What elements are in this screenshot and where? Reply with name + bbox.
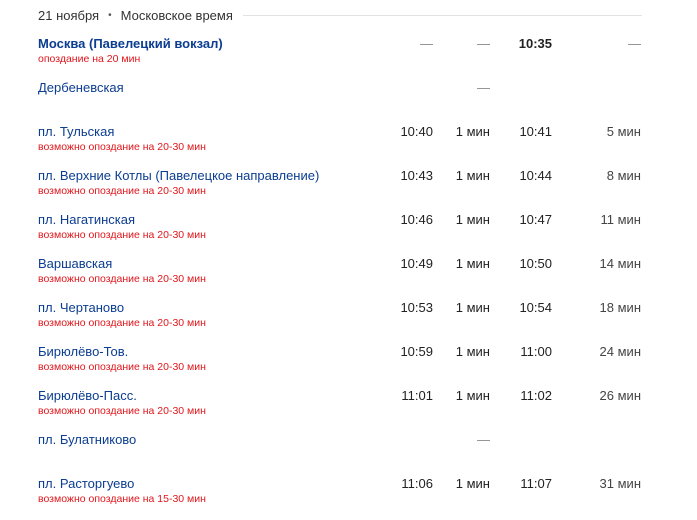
travel-time: 26 мин (599, 388, 641, 403)
stop-duration: 1 мин (455, 388, 490, 403)
stop-row: Москва (Павелецкий вокзал) опоздание на … (0, 36, 697, 80)
station-link[interactable]: пл. Тульская (38, 124, 114, 139)
delay-note: возможно опоздание на 20-30 мин (38, 317, 206, 329)
delay-note: возможно опоздание на 20-30 мин (38, 361, 206, 373)
stop-row: Бирюлёво-Пасс. возможно опоздание на 20-… (0, 388, 697, 432)
stop-duration: 1 мин (455, 256, 490, 271)
stop-duration: — (477, 432, 490, 447)
delay-note: возможно опоздание на 20-30 мин (38, 141, 206, 153)
timezone-label: Московское время (120, 7, 233, 23)
stop-duration: — (477, 80, 490, 95)
travel-time: 5 мин (606, 124, 641, 139)
arrival-time: 10:53 (400, 300, 433, 315)
travel-time: 11 мин (600, 212, 642, 227)
stop-duration: 1 мин (455, 168, 490, 183)
stop-duration: 1 мин (455, 300, 490, 315)
stop-row: пл. Нагатинская возможно опоздание на 20… (0, 212, 697, 256)
stop-row: Дербеневская — (0, 80, 697, 124)
stop-row: пл. Булатниково — (0, 432, 697, 476)
stop-row: пл. Верхние Котлы (Павелецкое направлени… (0, 168, 697, 212)
station-link[interactable]: Варшавская (38, 256, 112, 271)
stop-row: пл. Расторгуево возможно опоздание на 15… (0, 476, 697, 520)
station-link[interactable]: Бирюлёво-Пасс. (38, 388, 137, 403)
station-link[interactable]: пл. Чертаново (38, 300, 124, 315)
arrival-time: 11:06 (401, 476, 433, 491)
arrival-time: 10:43 (400, 168, 433, 183)
date-label: 21 ноября (38, 7, 100, 23)
stop-row: пл. Чертаново возможно опоздание на 20-3… (0, 300, 697, 344)
schedule-header: 21 ноября • Московское время (38, 0, 642, 30)
departure-time: 10:41 (519, 124, 552, 139)
travel-time: 24 мин (599, 344, 641, 359)
departure-time: 11:07 (520, 476, 552, 491)
delay-note: возможно опоздание на 20-30 мин (38, 185, 206, 197)
delay-note: возможно опоздание на 20-30 мин (38, 405, 206, 417)
station-link[interactable]: Дербеневская (38, 80, 124, 95)
arrival-time: 10:59 (400, 344, 433, 359)
stop-duration: 1 мин (455, 124, 490, 139)
delay-note: возможно опоздание на 20-30 мин (38, 229, 206, 241)
arrival-time: 10:40 (400, 124, 433, 139)
arrival-time: — (420, 36, 433, 51)
stop-row: Бирюлёво-Тов. возможно опоздание на 20-3… (0, 344, 697, 388)
station-link[interactable]: Бирюлёво-Тов. (38, 344, 128, 359)
arrival-time: 10:49 (400, 256, 433, 271)
departure-time: 10:47 (519, 212, 552, 227)
departure-time: 11:00 (520, 344, 552, 359)
stop-row: пл. Тульская возможно опоздание на 20-30… (0, 124, 697, 168)
travel-time: — (628, 36, 641, 51)
station-link[interactable]: пл. Верхние Котлы (Павелецкое направлени… (38, 168, 319, 183)
separator-dot: • (108, 9, 112, 21)
travel-time: 14 мин (599, 256, 641, 271)
station-link[interactable]: пл. Нагатинская (38, 212, 135, 227)
stop-duration: 1 мин (455, 212, 490, 227)
travel-time: 8 мин (606, 168, 641, 183)
stop-duration: 1 мин (455, 344, 490, 359)
stop-row: Варшавская возможно опоздание на 20-30 м… (0, 256, 697, 300)
arrival-time: 10:46 (400, 212, 433, 227)
departure-time: 10:35 (518, 36, 552, 51)
stop-duration: 1 мин (455, 476, 490, 491)
travel-time: 18 мин (599, 300, 641, 315)
departure-time: 10:50 (519, 256, 552, 271)
travel-time: 31 мин (599, 476, 641, 491)
arrival-time: 11:01 (401, 388, 433, 403)
stop-duration: — (477, 36, 490, 51)
departure-time: 10:44 (519, 168, 552, 183)
delay-note: возможно опоздание на 15-30 мин (38, 493, 206, 505)
station-link[interactable]: пл. Расторгуево (38, 476, 134, 491)
delay-note: опоздание на 20 мин (38, 53, 141, 65)
departure-time: 11:02 (520, 388, 552, 403)
station-link[interactable]: Москва (Павелецкий вокзал) (38, 36, 223, 51)
departure-time: 10:54 (519, 300, 552, 315)
station-link[interactable]: пл. Булатниково (38, 432, 136, 447)
delay-note: возможно опоздание на 20-30 мин (38, 273, 206, 285)
header-divider (242, 14, 642, 16)
